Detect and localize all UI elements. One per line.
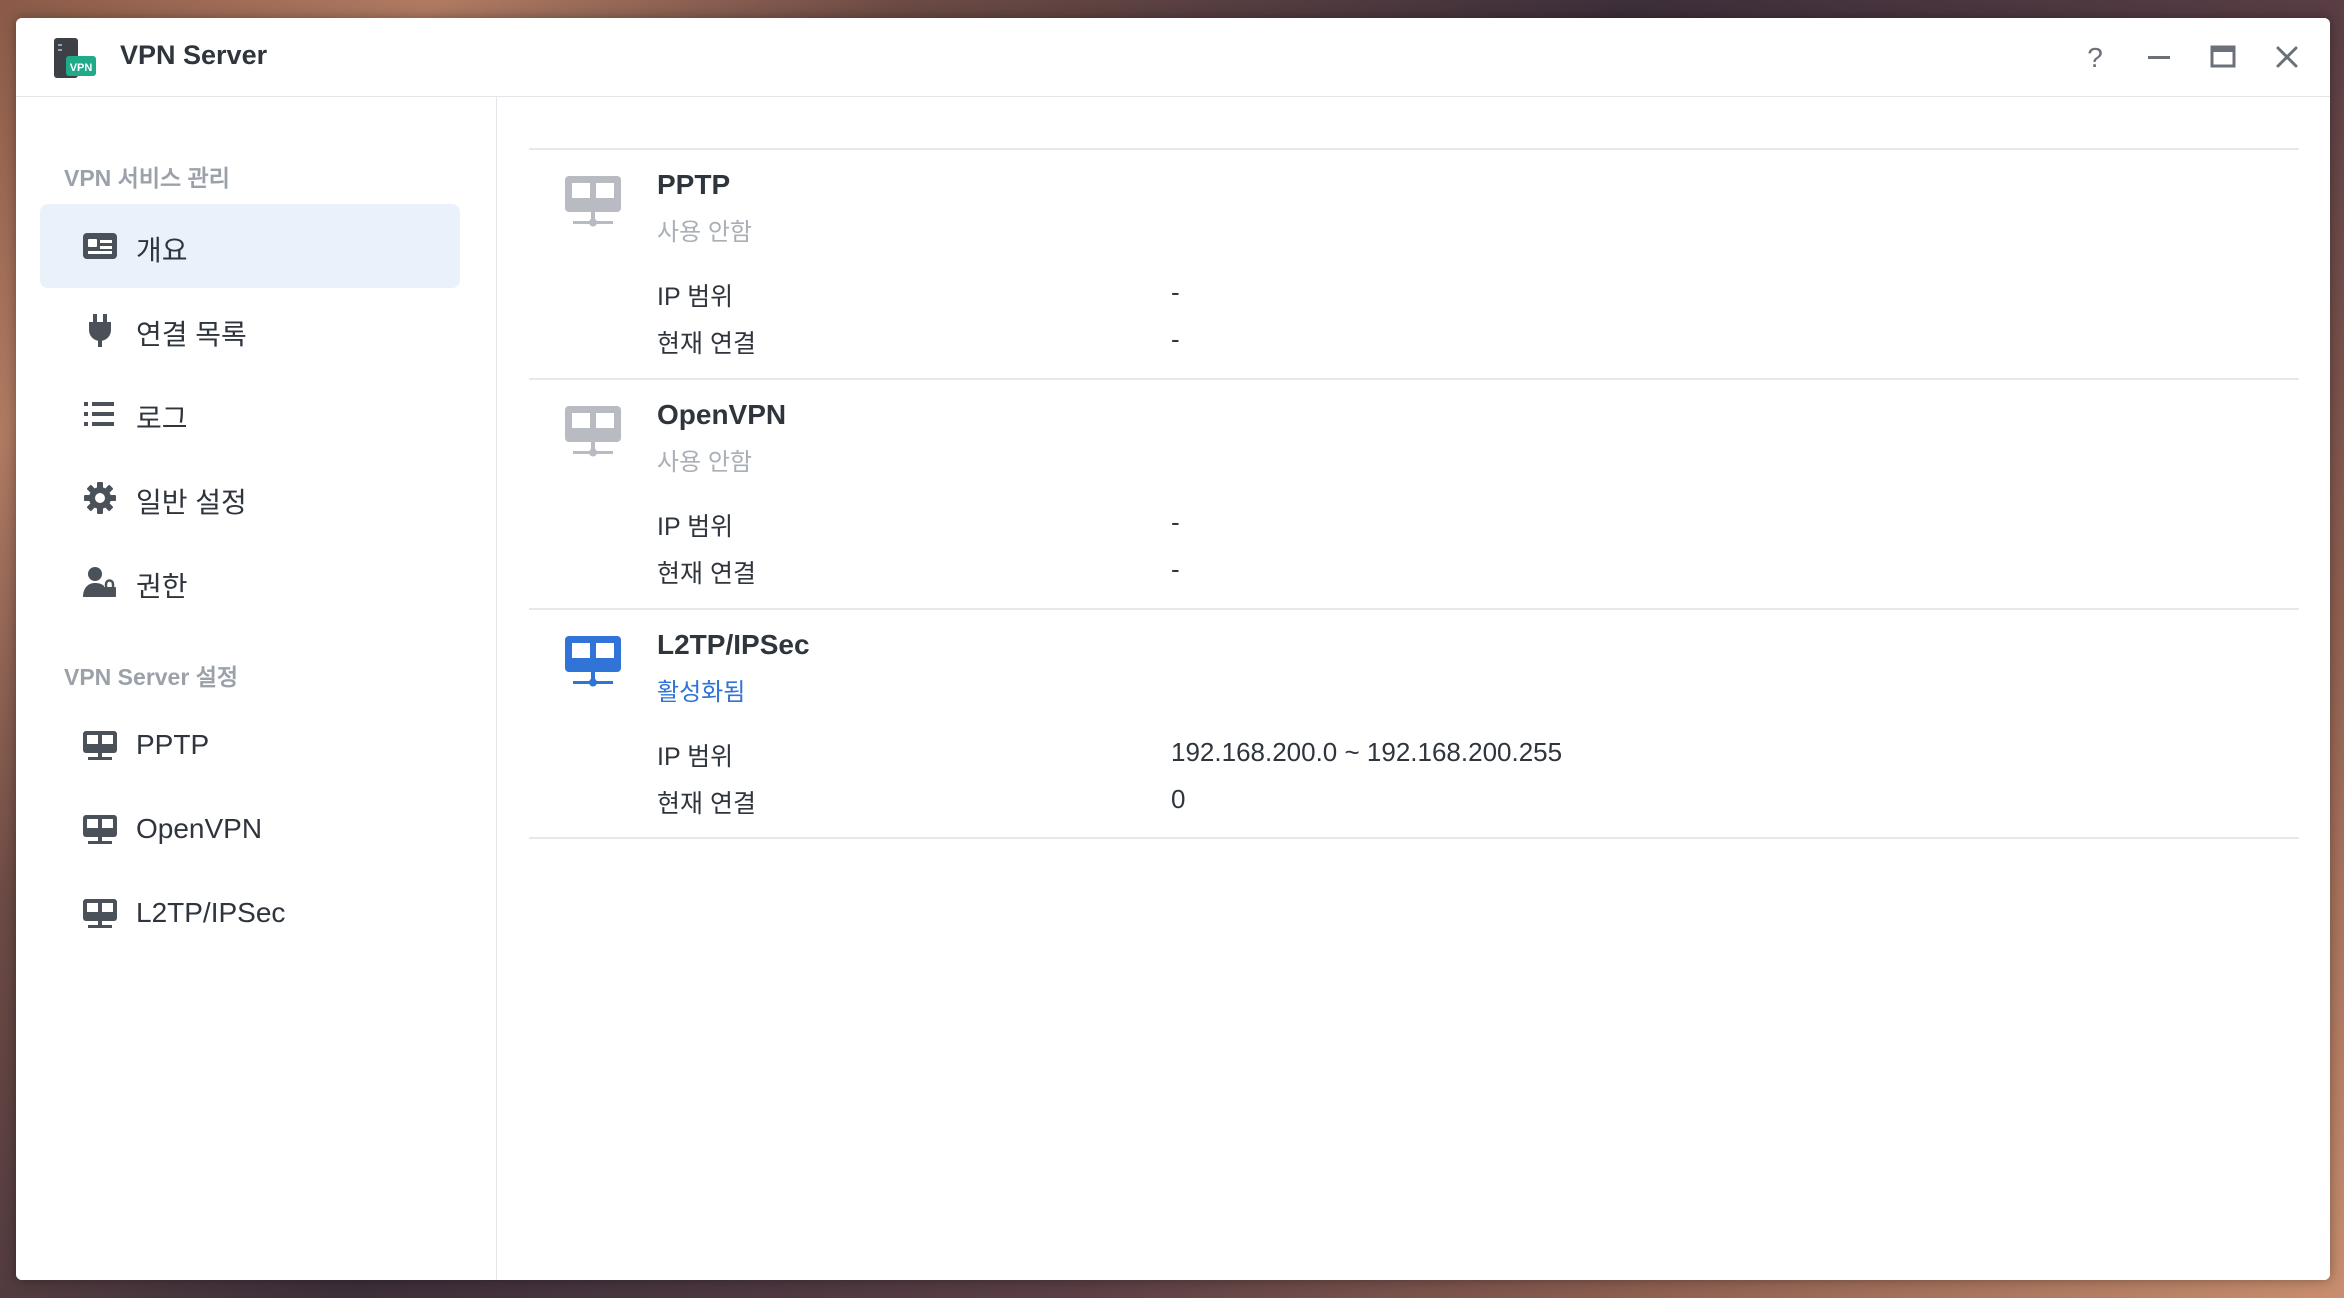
sidebar-item-label: 로그 bbox=[136, 403, 188, 434]
maximize-icon bbox=[2210, 45, 2236, 68]
section-title-vpn-service-management: VPN 서비스 관리 bbox=[64, 165, 230, 191]
service-status-openvpn: 사용 안함 bbox=[657, 449, 752, 476]
sidebar-item-overview[interactable]: 개요 bbox=[40, 204, 460, 288]
svg-text:VPN: VPN bbox=[70, 62, 93, 74]
service-name-pptp: PPTP bbox=[657, 169, 731, 200]
sidebar-item-log[interactable]: 로그 bbox=[40, 372, 460, 456]
vpn-server-icon bbox=[82, 813, 118, 847]
svg-text:?: ? bbox=[2087, 42, 2103, 73]
divider bbox=[529, 837, 2299, 839]
sidebar-item-permissions[interactable]: 권한 bbox=[40, 540, 460, 624]
sidebar-item-label: 개요 bbox=[136, 235, 188, 266]
ip-range-value: 192.168.200.0 ~ 192.168.200.255 bbox=[1171, 737, 1563, 767]
vpn-server-icon bbox=[82, 897, 118, 931]
current-connections-value: - bbox=[1171, 554, 1180, 584]
ip-range-value: - bbox=[1171, 277, 1180, 307]
current-connections-label: 현재 연결 bbox=[657, 560, 756, 588]
ip-range-label: IP 범위 bbox=[657, 283, 734, 311]
user-lock-icon bbox=[82, 565, 118, 599]
window-title: VPN Server bbox=[120, 40, 268, 70]
service-name-l2tp-ipsec: L2TP/IPSec bbox=[657, 629, 810, 660]
sidebar-item-pptp[interactable]: PPTP bbox=[40, 704, 460, 788]
current-connections-label: 현재 연결 bbox=[657, 330, 756, 358]
sidebar-item-label: PPTP bbox=[136, 729, 210, 760]
sidebar-item-label: 권한 bbox=[136, 571, 188, 602]
current-connections-value: 0 bbox=[1171, 784, 1186, 814]
title-bar: VPN VPN Server ? bbox=[16, 18, 2330, 97]
ip-range-label: IP 범위 bbox=[657, 743, 734, 771]
overview-panel: PPTP 사용 안함 IP 범위 - 현재 연결 - OpenVPN 사용 안함… bbox=[497, 97, 2330, 1280]
ip-range-value: - bbox=[1171, 507, 1180, 537]
sidebar-item-connection-list[interactable]: 연결 목록 bbox=[40, 288, 460, 372]
minimize-button[interactable] bbox=[2142, 40, 2176, 74]
plug-icon bbox=[82, 313, 118, 347]
overview-card-icon bbox=[82, 229, 118, 263]
sidebar-item-general-settings[interactable]: 일반 설정 bbox=[40, 456, 460, 540]
divider bbox=[529, 378, 2299, 380]
ip-range-label: IP 범위 bbox=[657, 513, 734, 541]
sidebar: VPN 서비스 관리 개요 연결 목록 로그 일반 설정 권한 VPN Serv… bbox=[16, 97, 497, 1280]
sidebar-item-label: 연결 목록 bbox=[136, 319, 247, 350]
service-status-pptp: 사용 안함 bbox=[657, 219, 752, 246]
close-button[interactable] bbox=[2270, 40, 2304, 74]
vpn-server-disabled-icon bbox=[563, 404, 623, 462]
vpn-server-disabled-icon bbox=[563, 174, 623, 232]
current-connections-label: 현재 연결 bbox=[657, 790, 756, 818]
vpn-server-icon bbox=[82, 729, 118, 763]
divider bbox=[529, 148, 2299, 150]
vpn-server-app-icon: VPN bbox=[52, 36, 98, 80]
sidebar-item-label: OpenVPN bbox=[136, 813, 263, 844]
help-button[interactable]: ? bbox=[2078, 40, 2112, 74]
service-status-l2tp-ipsec: 활성화됨 bbox=[657, 679, 746, 706]
sidebar-item-label: L2TP/IPSec bbox=[136, 897, 286, 928]
sidebar-item-l2tp-ipsec[interactable]: L2TP/IPSec bbox=[40, 872, 460, 956]
vpn-server-enabled-icon bbox=[563, 634, 623, 692]
close-icon bbox=[2276, 46, 2298, 68]
minimize-icon bbox=[2148, 56, 2170, 59]
list-icon bbox=[82, 397, 118, 431]
service-name-openvpn: OpenVPN bbox=[657, 399, 787, 430]
divider bbox=[529, 608, 2299, 610]
vpn-server-window: VPN VPN Server ? VPN 서비스 관리 개요 연결 목록 로그 … bbox=[16, 18, 2330, 1280]
section-title-vpn-server-settings: VPN Server 설정 bbox=[64, 664, 239, 690]
sidebar-item-label: 일반 설정 bbox=[136, 487, 247, 518]
help-icon: ? bbox=[2087, 42, 2103, 73]
sidebar-item-openvpn[interactable]: OpenVPN bbox=[40, 788, 460, 872]
maximize-button[interactable] bbox=[2206, 40, 2240, 74]
current-connections-value: - bbox=[1171, 324, 1180, 354]
gear-icon bbox=[82, 481, 118, 515]
